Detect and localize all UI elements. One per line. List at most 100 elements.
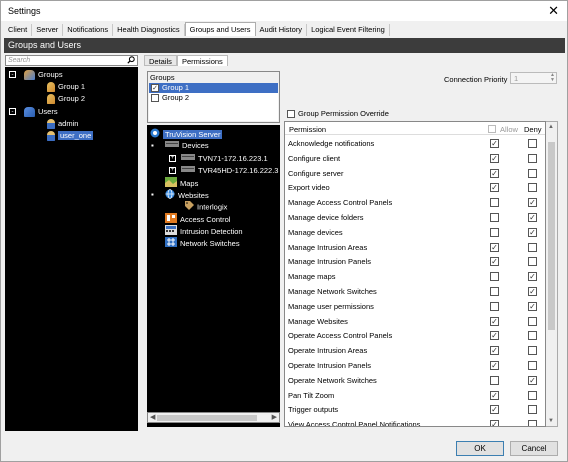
- deny-checkbox[interactable]: ✓: [528, 287, 537, 296]
- expand-icon[interactable]: +: [169, 167, 176, 174]
- deny-checkbox[interactable]: ✓: [528, 375, 537, 385]
- collapse-icon[interactable]: ▪: [151, 189, 154, 201]
- table-row: View Access Control Panel Notifications ✓: [285, 417, 545, 426]
- table-row: Manage Intrusion Panels ✓: [285, 254, 545, 269]
- permission-name: Pan Tilt Zoom: [288, 390, 335, 400]
- permissions-vscrollbar[interactable]: ▲ ▼: [546, 121, 558, 427]
- deny-checkbox[interactable]: ✓: [528, 227, 537, 237]
- collapse-icon[interactable]: -: [9, 108, 16, 115]
- deny-checkbox[interactable]: [528, 183, 537, 193]
- allow-checkbox[interactable]: [490, 198, 499, 208]
- deny-checkbox[interactable]: [528, 346, 537, 356]
- search-input[interactable]: Search: [5, 55, 138, 66]
- deny-checkbox[interactable]: [528, 242, 537, 252]
- tab-details[interactable]: Details: [144, 55, 177, 66]
- tree-node-server[interactable]: TruVision Server: [150, 128, 223, 140]
- allow-checkbox[interactable]: ✓: [490, 139, 499, 148]
- permission-name: Manage user permissions: [288, 301, 374, 311]
- deny-checkbox[interactable]: [528, 168, 537, 178]
- allow-checkbox[interactable]: [490, 213, 499, 222]
- allow-checkbox[interactable]: ✓: [490, 183, 499, 193]
- group-2-label: Group 2: [58, 94, 86, 103]
- deny-checkbox[interactable]: [528, 316, 537, 326]
- tab-notifications[interactable]: Notifications: [63, 24, 114, 36]
- allow-checkbox[interactable]: [490, 272, 499, 282]
- scroll-right-icon[interactable]: ▶: [272, 413, 277, 421]
- group-label: Group 1: [162, 83, 190, 92]
- tree-node-group-2[interactable]: Group 2: [47, 93, 85, 105]
- collapse-icon[interactable]: -: [9, 71, 16, 78]
- ok-button[interactable]: OK: [456, 441, 504, 456]
- allow-checkbox[interactable]: ✓: [490, 168, 499, 178]
- tab-logical-event-filtering[interactable]: Logical Event Filtering: [307, 24, 390, 36]
- allow-checkbox[interactable]: ✓: [490, 242, 499, 252]
- tab-audit-history[interactable]: Audit History: [256, 24, 308, 36]
- deny-checkbox[interactable]: ✓: [528, 272, 537, 282]
- deny-checkbox[interactable]: [528, 361, 537, 370]
- scroll-up-icon[interactable]: ▲: [548, 124, 554, 130]
- allow-all-checkbox[interactable]: [488, 125, 496, 133]
- deny-checkbox[interactable]: [528, 331, 537, 341]
- scroll-down-icon[interactable]: ▼: [548, 418, 554, 424]
- scroll-thumb[interactable]: [548, 142, 555, 330]
- allow-checkbox[interactable]: ✓: [490, 420, 499, 426]
- allow-column-header[interactable]: Allow: [488, 125, 518, 134]
- expand-icon[interactable]: +: [169, 155, 176, 162]
- deny-checkbox[interactable]: [528, 139, 537, 148]
- tab-permissions[interactable]: Permissions: [176, 55, 228, 66]
- group-checkbox[interactable]: ✓: [151, 84, 159, 92]
- table-row: Operate Network Switches ✓: [285, 373, 545, 388]
- close-icon[interactable]: ✕: [548, 3, 559, 19]
- tree-node-website-interlogix[interactable]: Interlogix: [185, 201, 227, 213]
- allow-checkbox[interactable]: ✓: [490, 153, 499, 163]
- group-checkbox[interactable]: [151, 94, 159, 102]
- permission-name: Manage Websites: [288, 316, 348, 326]
- table-row: Manage Access Control Panels ✓: [285, 195, 545, 210]
- deny-checkbox[interactable]: ✓: [528, 301, 537, 311]
- allow-checkbox[interactable]: [490, 227, 499, 237]
- tab-groups-and-users[interactable]: Groups and Users: [184, 22, 256, 36]
- tree-node-intrusion-detection[interactable]: Intrusion Detection: [165, 225, 243, 237]
- tree-node-access-control[interactable]: Access Control: [165, 213, 230, 225]
- list-item[interactable]: Group 2: [149, 93, 278, 103]
- collapse-icon[interactable]: ▪: [151, 140, 154, 152]
- allow-checkbox[interactable]: ✓: [490, 361, 499, 370]
- allow-checkbox[interactable]: ✓: [490, 346, 499, 356]
- allow-checkbox[interactable]: ✓: [490, 331, 499, 341]
- spinner-arrows-icon[interactable]: ▲ ▼: [550, 73, 555, 83]
- scroll-thumb[interactable]: [157, 415, 257, 421]
- deny-checkbox[interactable]: [528, 405, 537, 415]
- cancel-button[interactable]: Cancel: [510, 441, 558, 456]
- override-checkbox[interactable]: [287, 110, 295, 119]
- list-item[interactable]: ✓ Group 1: [149, 83, 278, 93]
- tree-node-maps[interactable]: Maps: [165, 177, 198, 189]
- allow-checkbox[interactable]: ✓: [490, 405, 499, 415]
- deny-checkbox[interactable]: ✓: [528, 213, 537, 222]
- allow-checkbox[interactable]: [490, 301, 499, 311]
- tree-node-group-1[interactable]: Group 1: [47, 81, 85, 93]
- tab-client[interactable]: Client: [4, 24, 33, 36]
- allow-checkbox[interactable]: [490, 375, 499, 385]
- allow-checkbox[interactable]: [490, 287, 499, 296]
- deny-checkbox[interactable]: [528, 390, 537, 400]
- allow-checkbox[interactable]: ✓: [490, 316, 499, 326]
- deny-checkbox[interactable]: [528, 153, 537, 163]
- window-title: Settings: [8, 6, 41, 16]
- deny-checkbox[interactable]: [528, 257, 537, 267]
- group-permission-override[interactable]: Group Permission Override: [287, 109, 389, 119]
- permission-column-header: Permission: [289, 125, 327, 134]
- allow-checkbox[interactable]: ✓: [490, 257, 499, 267]
- scroll-left-icon[interactable]: ◀: [150, 413, 155, 421]
- deny-checkbox[interactable]: ✓: [528, 198, 537, 208]
- tree-node-user-one[interactable]: user_one: [47, 130, 94, 142]
- tab-server[interactable]: Server: [32, 24, 64, 36]
- tab-health-diagnostics[interactable]: Health Diagnostics: [113, 24, 185, 36]
- deny-checkbox[interactable]: [528, 420, 537, 426]
- device-tree-hscrollbar[interactable]: ◀ ▶: [147, 412, 280, 423]
- search-icon[interactable]: [127, 56, 135, 66]
- connection-priority-stepper[interactable]: 1 ▲ ▼: [510, 72, 557, 84]
- permission-name: Manage Network Switches: [288, 287, 377, 296]
- tree-node-network-switches[interactable]: Network Switches: [165, 237, 240, 249]
- tree-node-user-admin[interactable]: admin: [47, 118, 78, 130]
- allow-checkbox[interactable]: ✓: [490, 390, 499, 400]
